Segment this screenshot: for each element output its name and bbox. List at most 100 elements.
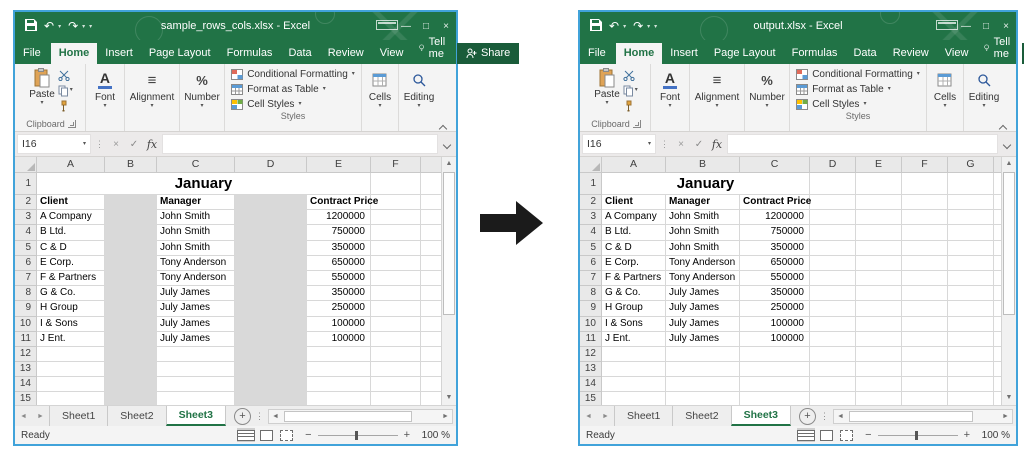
scroll-down-icon[interactable]: ▼ <box>1002 391 1016 405</box>
save-icon[interactable] <box>590 19 602 33</box>
row-header-3[interactable]: 3 <box>580 210 602 225</box>
cell-G12[interactable] <box>948 347 994 362</box>
page-layout-view-button[interactable] <box>257 428 275 442</box>
cell-B5[interactable]: John Smith <box>666 241 740 256</box>
spreadsheet-grid[interactable]: ABCDEFG1January2ClientManagerContract Pr… <box>580 157 1001 405</box>
page-break-view-button[interactable] <box>837 428 855 442</box>
cell-E8[interactable]: 350000 <box>307 286 371 301</box>
cell-A5[interactable]: C & D <box>37 241 105 256</box>
cell-D3[interactable] <box>810 210 856 225</box>
cell-D5[interactable] <box>235 241 307 256</box>
scroll-left-icon[interactable]: ◄ <box>269 413 282 420</box>
cell-F7[interactable] <box>371 271 421 286</box>
cell-B2[interactable]: Manager <box>666 195 740 210</box>
row-header-4[interactable]: 4 <box>580 225 602 240</box>
cell-A9[interactable]: H Group <box>602 301 666 316</box>
cell-F4[interactable] <box>371 225 421 240</box>
format-as-table-button[interactable]: Format as Table ▾ <box>796 82 920 96</box>
cell-G5[interactable] <box>948 241 994 256</box>
cell-B3[interactable]: John Smith <box>666 210 740 225</box>
insert-function-button[interactable]: fx <box>144 138 160 151</box>
cell-B10[interactable] <box>105 317 157 332</box>
cell-B7[interactable] <box>105 271 157 286</box>
horizontal-scroll-thumb[interactable] <box>284 411 412 422</box>
row-header-5[interactable]: 5 <box>580 241 602 256</box>
alignment-menu-button[interactable]: ≡ Alignment ▾ <box>691 68 743 110</box>
cell-C10[interactable]: July James <box>157 317 235 332</box>
cell-E15[interactable] <box>856 392 902 405</box>
column-header-F[interactable]: F <box>902 157 948 173</box>
spreadsheet-grid[interactable]: ABCDEF1January2ClientManagerContract Pri… <box>15 157 441 405</box>
cell-C3[interactable]: 1200000 <box>740 210 810 225</box>
cell-B9[interactable] <box>105 301 157 316</box>
previous-sheet-icon[interactable]: ◄ <box>580 406 597 426</box>
cell-D4[interactable] <box>235 225 307 240</box>
cell-E14[interactable] <box>856 377 902 392</box>
new-sheet-button[interactable]: + <box>799 408 816 425</box>
maximize-button[interactable]: □ <box>416 21 436 32</box>
close-button[interactable]: × <box>996 21 1016 32</box>
cell-A12[interactable] <box>602 347 666 362</box>
zoom-out-button[interactable]: − <box>305 429 311 441</box>
editing-menu-button[interactable]: Editing ▾ <box>400 68 439 110</box>
cell-C10[interactable]: 100000 <box>740 317 810 332</box>
cells-menu-button[interactable]: Cells ▾ <box>365 68 395 110</box>
cell-styles-button[interactable]: Cell Styles ▾ <box>231 97 355 111</box>
cell-F5[interactable] <box>902 241 948 256</box>
row-header-14[interactable]: 14 <box>15 377 37 392</box>
paste-button[interactable]: Paste ▾ <box>594 68 620 112</box>
vertical-scroll-thumb[interactable] <box>1003 172 1015 315</box>
cell-G3[interactable] <box>948 210 994 225</box>
vertical-scrollbar[interactable]: ▲ ▼ <box>441 157 456 405</box>
cell-G4[interactable] <box>948 225 994 240</box>
format-painter-button[interactable] <box>623 99 638 112</box>
tab-data[interactable]: Data <box>280 43 319 64</box>
cell-G8[interactable] <box>948 286 994 301</box>
expand-formula-bar-button[interactable] <box>1000 135 1014 153</box>
row-header-6[interactable]: 6 <box>580 256 602 271</box>
column-header-A[interactable]: A <box>37 157 105 173</box>
close-button[interactable]: × <box>436 21 456 32</box>
tab-file[interactable]: File <box>580 43 614 64</box>
conditional-formatting-button[interactable]: Conditional Formatting ▾ <box>231 67 355 81</box>
row-header-12[interactable]: 12 <box>15 347 37 362</box>
tab-view[interactable]: View <box>372 43 412 64</box>
page-break-view-button[interactable] <box>277 428 295 442</box>
undo-button[interactable]: ↶ <box>44 20 54 32</box>
cell-D2[interactable] <box>235 195 307 210</box>
cell-A11[interactable]: J Ent. <box>602 332 666 347</box>
cell-A11[interactable]: J Ent. <box>37 332 105 347</box>
cell-D1[interactable] <box>810 173 856 195</box>
cell-E3[interactable]: 1200000 <box>307 210 371 225</box>
format-painter-button[interactable] <box>58 99 73 112</box>
cell-F1[interactable] <box>371 173 421 195</box>
redo-dropdown-icon[interactable]: ▾ <box>82 23 85 30</box>
row-header-11[interactable]: 11 <box>15 332 37 347</box>
tab-home[interactable]: Home <box>616 43 663 64</box>
tab-view[interactable]: View <box>937 43 977 64</box>
row-header-9[interactable]: 9 <box>15 301 37 316</box>
number-menu-button[interactable]: % Number ▾ <box>180 68 224 110</box>
cell-E11[interactable]: 100000 <box>307 332 371 347</box>
cell-A7[interactable]: F & Partners <box>602 271 666 286</box>
column-header-B[interactable]: B <box>666 157 740 173</box>
cell-A3[interactable]: A Company <box>37 210 105 225</box>
minimize-button[interactable]: — <box>396 21 416 32</box>
cell-G1[interactable] <box>948 173 994 195</box>
cell-A2[interactable]: Client <box>37 195 105 210</box>
cell-B10[interactable]: July James <box>666 317 740 332</box>
cell-E7[interactable]: 550000 <box>307 271 371 286</box>
cells-menu-button[interactable]: Cells ▾ <box>930 68 960 110</box>
column-header-F[interactable]: F <box>371 157 421 173</box>
ribbon-display-options-button[interactable] <box>936 20 956 33</box>
row-header-4[interactable]: 4 <box>15 225 37 240</box>
cell-D8[interactable] <box>235 286 307 301</box>
row-header-10[interactable]: 10 <box>15 317 37 332</box>
cell-E8[interactable] <box>856 286 902 301</box>
cell-G6[interactable] <box>948 256 994 271</box>
customize-quick-access-icon[interactable]: ▾ <box>654 23 657 30</box>
column-header-C[interactable]: C <box>157 157 235 173</box>
tab-home[interactable]: Home <box>51 43 98 64</box>
insert-function-button[interactable]: fx <box>709 138 725 151</box>
cell-B13[interactable] <box>105 362 157 377</box>
